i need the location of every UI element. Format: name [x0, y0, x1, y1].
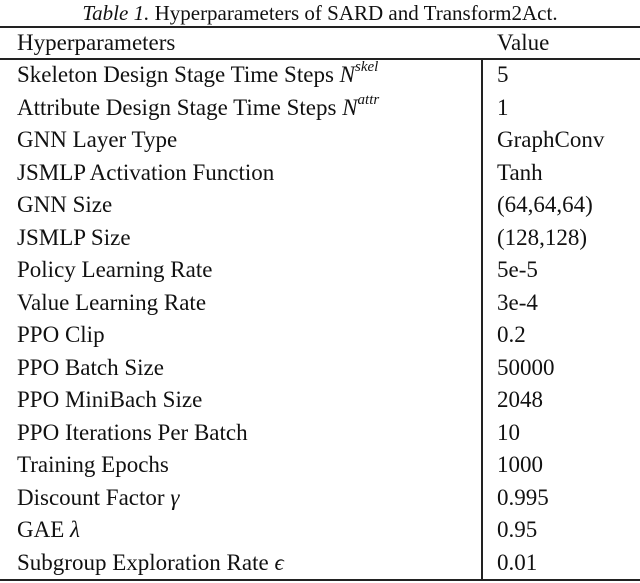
hyperparameter-label: GAE [17, 517, 71, 542]
hyperparameter-label: Skeleton Design Stage Time Steps [17, 62, 340, 87]
hyperparameter-value: 3e-4 [497, 289, 538, 315]
hyperparameter-label: Value Learning Rate [17, 289, 207, 315]
hyperparameter-label: GNN Size [17, 192, 113, 217]
hyperparameter-label: JSMLP Activation Function [17, 159, 275, 185]
hyperparameter-value: 5e-5 [497, 257, 538, 282]
hyperparameter-label: Policy Learning Rate [17, 257, 213, 282]
math-superscript: attr [357, 91, 380, 108]
bottom-rule [0, 579, 640, 581]
hyperparameter-label: Attribute Design Stage Time Steps [17, 94, 343, 120]
hyperparameter-name: PPO MiniBach Size [17, 384, 202, 417]
table-row: Training Epochs 1000 [0, 449, 640, 482]
hyperparameter-value: 50000 [497, 354, 555, 380]
hyperparameter-label: PPO Iterations Per Batch [17, 419, 248, 445]
table-row: GNN Size (64,64,64) [0, 189, 640, 222]
hyperparameter-name: GNN Layer Type [17, 124, 177, 157]
hyperparameter-label: Discount Factor [17, 484, 171, 510]
hyperparameter-name: PPO Batch Size [17, 352, 164, 385]
table-row: PPO Batch Size 50000 [0, 352, 640, 385]
table-row: Value Learning Rate 3e-4 [0, 287, 640, 320]
hyperparameter-value: GraphConv [497, 127, 605, 152]
table-row: JSMLP Size (128,128) [0, 222, 640, 255]
table-row: Subgroup Exploration Rate ϵ 0.01 [0, 547, 640, 580]
table-row: Attribute Design Stage Time Steps Nattr 1 [0, 92, 640, 125]
hyperparameter-value: 10 [497, 419, 520, 445]
hyperparameter-name: Attribute Design Stage Time Steps Nattr [17, 92, 379, 125]
table-row: Policy Learning Rate 5e-5 [0, 254, 640, 287]
table-row: Skeleton Design Stage Time Steps Nskel 5 [0, 59, 640, 92]
hyperparameter-name: Discount Factor γ [17, 482, 179, 515]
header-hyperparameters: Hyperparameters [17, 30, 176, 55]
hyperparameter-label: Training Epochs [17, 452, 169, 477]
caption-text: Hyperparameters of SARD and Transform2Ac… [149, 1, 558, 25]
hyperparameter-name: PPO Iterations Per Batch [17, 417, 248, 450]
hyperparameter-value: Tanh [497, 159, 543, 185]
hyperparameter-name: PPO Clip [17, 319, 105, 352]
caption-label: Table 1. [82, 1, 150, 25]
hyperparameter-name: Policy Learning Rate [17, 254, 212, 287]
table-row: JSMLP Activation Function Tanh [0, 157, 640, 190]
hyperparameter-value: 5 [497, 62, 509, 87]
hyperparameter-name: JSMLP Activation Function [17, 157, 274, 190]
hyperparameter-name: Training Epochs [17, 449, 169, 482]
header-value: Value [497, 30, 550, 55]
hyperparameter-value: 0.2 [497, 322, 526, 347]
hyperparameter-label: PPO MiniBach Size [17, 387, 203, 412]
hyperparameter-value: 1000 [497, 452, 543, 477]
hyperparameter-value: 0.95 [497, 517, 538, 542]
hyperparameter-name: Value Learning Rate [17, 287, 206, 320]
math-symbol: λ [70, 517, 80, 542]
table-row: GNN Layer Type GraphConv [0, 124, 640, 157]
table-body: Skeleton Design Stage Time Steps Nskel 5 A… [0, 59, 640, 579]
math-symbol: γ [170, 484, 180, 510]
hyperparameter-label: GNN Layer Type [17, 127, 178, 152]
hyperparameter-value: (64,64,64) [497, 192, 593, 217]
table-row: PPO Iterations Per Batch 10 [0, 417, 640, 450]
hyperparameter-label: Subgroup Exploration Rate [17, 549, 275, 575]
hyperparameter-value: 1 [497, 94, 509, 120]
hyperparameter-name: Subgroup Exploration Rate ϵ [17, 547, 284, 580]
math-symbol: ϵ [274, 549, 284, 575]
hyperparameter-label: PPO Clip [17, 322, 105, 347]
hyperparameter-value: 0.01 [497, 549, 538, 575]
math-symbol: N [339, 62, 355, 87]
hyperparameter-value: (128,128) [497, 224, 588, 250]
math-superscript: skel [355, 59, 379, 76]
hyperparameter-value: 0.995 [497, 484, 549, 510]
table-row: Discount Factor γ 0.995 [0, 482, 640, 515]
hyperparameter-name: GNN Size [17, 189, 112, 222]
hyperparameter-name: JSMLP Size [17, 222, 131, 255]
hyperparameter-value: 2048 [497, 387, 543, 412]
table-row: GAE λ 0.95 [0, 514, 640, 547]
hyperparameter-label: PPO Batch Size [17, 354, 164, 380]
hyperparameter-name: GAE λ [17, 514, 80, 547]
table-row: PPO MiniBach Size 2048 [0, 384, 640, 417]
hyperparameter-label: JSMLP Size [17, 224, 131, 250]
table-caption: Table 1. Hyperparameters of SARD and Tra… [0, 0, 640, 26]
table-row: PPO Clip 0.2 [0, 319, 640, 352]
math-symbol: N [342, 94, 358, 120]
hyperparameter-name: Skeleton Design Stage Time Steps Nskel [17, 59, 378, 92]
